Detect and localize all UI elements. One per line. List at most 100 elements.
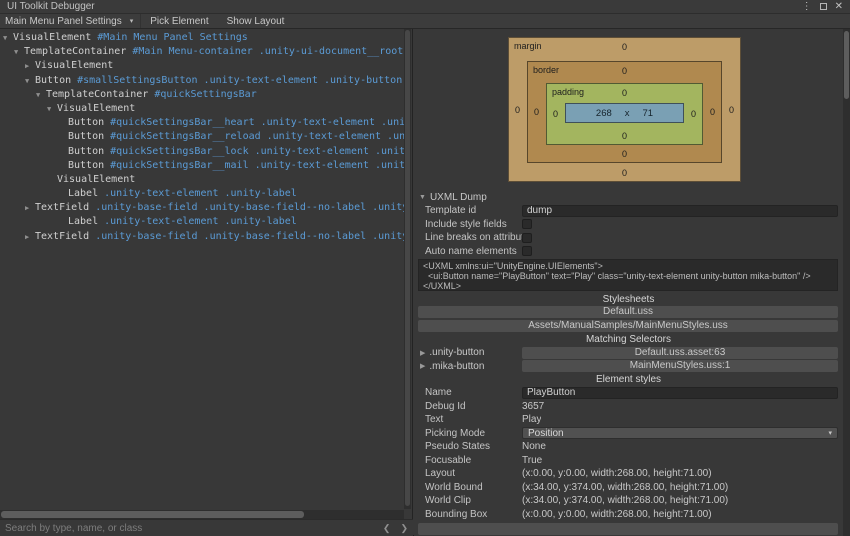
template-id-input[interactable]: dump (522, 204, 838, 217)
field-label: Auto name elements (425, 245, 517, 257)
inspector-vertical-scrollbar[interactable] (843, 29, 850, 536)
content-height-value: 71 (642, 107, 654, 119)
scrollbar-thumb[interactable] (1, 511, 304, 518)
search-input[interactable] (0, 522, 378, 534)
padding-top-value: 0 (621, 88, 627, 98)
style-label: World Clip (425, 495, 471, 507)
stylesheet-item[interactable]: Default.uss (418, 306, 838, 318)
clipped-row[interactable] (418, 523, 838, 535)
expand-arrow-icon[interactable]: ▶ (420, 349, 425, 357)
search-prev-icon[interactable]: ❮ (378, 523, 396, 534)
uxml-field-row: Line breaks on attributes (414, 231, 843, 245)
style-value: (x:34.00, y:374.00, width:268.00, height… (522, 495, 729, 507)
collapse-arrow-icon[interactable]: ▼ (36, 88, 46, 102)
window-close-icon[interactable]: ✕ (835, 1, 843, 12)
tree-row[interactable]: ▶ TextField .unity-base-field .unity-base-… (0, 201, 404, 215)
selector-source[interactable]: Default.uss.asset:63 (522, 346, 838, 359)
border-left-value: 0 (534, 107, 540, 117)
element-style-rows: Name PlayButton Debug Id 3657 Text Play Pickin… (414, 386, 843, 521)
style-value: None (522, 441, 546, 453)
tree-vertical-scrollbar[interactable] (404, 29, 411, 509)
tree-row[interactable]: Button #quickSettingsBar__mail .unity-text… (0, 159, 404, 173)
box-model-diagram: margin 0 0 0 0 border 0 0 0 0 padding 0 … (508, 37, 741, 182)
line-breaks-on-attributes-checkbox[interactable] (522, 232, 532, 243)
inspector-panel: margin 0 0 0 0 border 0 0 0 0 padding 0 … (414, 29, 843, 536)
pick-element-button[interactable]: Pick Element (141, 14, 217, 28)
expand-arrow-icon[interactable]: ▶ (25, 59, 35, 73)
search-next-icon[interactable]: ❯ (395, 523, 413, 534)
uxml-field-row: Template id dump (414, 204, 843, 218)
collapse-arrow-icon[interactable]: ▼ (14, 45, 24, 59)
window-menu-icon[interactable]: ⋮ (802, 1, 812, 12)
panel-picker-dropdown[interactable]: Main Menu Panel Settings ▾ (0, 14, 142, 28)
box-model-border-ring: border 0 0 0 0 padding 0 0 0 0 268 x 71 (527, 61, 722, 163)
auto-name-elements-checkbox[interactable] (522, 246, 532, 257)
window-controls: ⋮ ✕ (802, 1, 850, 12)
tree-row[interactable]: ▶ TextField .unity-base-field .unity-base-… (0, 230, 404, 244)
tree-row[interactable]: Button #quickSettingsBar__reload .unity-te… (0, 130, 404, 144)
field-label: Line breaks on attributes (425, 232, 522, 244)
show-layout-button[interactable]: Show Layout (218, 14, 294, 28)
tree-row[interactable]: Button #quickSettingsBar__heart .unity-tex… (0, 116, 404, 130)
picking-mode-dropdown[interactable]: Position ▾ (522, 427, 838, 440)
tree-row[interactable]: Label .unity-text-element .unity-label (0, 187, 404, 201)
tree-search-bar: ❮ ❯ (0, 519, 413, 536)
tree-row[interactable]: ▼ TemplateContainer #quickSettingsBar (0, 88, 404, 102)
content-width-value: 268 (595, 107, 612, 119)
uxml-dump-code[interactable]: <UXML xmlns:ui="UnityEngine.UIElements">… (418, 259, 838, 291)
window-titlebar: UI Toolkit Debugger ⋮ ✕ (0, 0, 850, 14)
tree-row[interactable]: VisualElement (0, 173, 404, 187)
window-maximize-icon[interactable] (819, 3, 827, 10)
stylesheet-item[interactable]: Assets/ManualSamples/MainMenuStyles.uss (418, 319, 838, 332)
tree-row[interactable]: ▼ Button #smallSettingsButton .unity-text-e… (0, 74, 404, 88)
tree-row[interactable]: ▼ TemplateContainer #Main Menu-container .u… (0, 45, 404, 59)
tree-element-type: TemplateContainer (24, 46, 127, 58)
scrollbar-thumb[interactable] (405, 30, 410, 506)
tree-horizontal-scrollbar[interactable] (0, 510, 404, 519)
foldout-expanded-icon: ▼ (419, 193, 426, 201)
style-label: Pseudo States (425, 441, 491, 453)
tree-element-type: Button (68, 159, 105, 171)
tree-element-classes: .unity-text-element .unity-label (104, 188, 297, 200)
collapse-arrow-icon[interactable]: ▼ (3, 31, 13, 45)
tree-element-type: TextField (35, 230, 90, 242)
border-top-value: 0 (621, 66, 627, 76)
collapse-arrow-icon[interactable]: ▼ (47, 102, 57, 116)
element-style-row: Debug Id 3657 (414, 400, 843, 414)
tree-row[interactable]: Button #quickSettingsBar__lock .unity-text… (0, 145, 404, 159)
expand-arrow-icon[interactable]: ▶ (420, 362, 425, 370)
box-model-padding-ring: padding 0 0 0 0 268 x 71 (546, 83, 703, 145)
tree-element-name: #quickSettingsBar__mail (110, 159, 249, 171)
tree-element-name: #smallSettingsButton (77, 74, 198, 86)
tree-row[interactable]: Label .unity-text-element .unity-label (0, 215, 404, 229)
selector-name: ▶ .unity-button (414, 347, 522, 358)
content-separator: x (624, 107, 630, 119)
margin-bottom-value: 0 (621, 168, 627, 178)
element-style-row: World Clip (x:34.00, y:374.00, width:268.… (414, 494, 843, 508)
box-model-margin-ring: margin 0 0 0 0 border 0 0 0 0 padding 0 … (508, 37, 741, 182)
border-right-value: 0 (709, 107, 715, 117)
collapse-arrow-icon[interactable]: ▼ (25, 74, 35, 88)
matching-selector-row: ▶ .mika-button MainMenuStyles.uss:1 (414, 360, 843, 374)
expand-arrow-icon[interactable]: ▶ (25, 201, 35, 215)
expand-arrow-icon[interactable]: ▶ (25, 230, 35, 244)
tree-row[interactable]: ▼ VisualElement (0, 102, 404, 116)
tree-element-name: #quickSettingsBar (154, 88, 257, 100)
selector-name: ▶ .mika-button (414, 361, 522, 372)
margin-right-value: 0 (728, 104, 734, 115)
include-style-fields-checkbox[interactable] (522, 219, 532, 230)
uxml-dump-foldout[interactable]: ▼ UXML Dump (414, 190, 843, 204)
selector-label: .unity-button (429, 347, 485, 359)
matching-selectors-header: Matching Selectors (585, 334, 672, 345)
uxml-dump-title: UXML Dump (429, 191, 487, 203)
style-value: (x:0.00, y:0.00, width:268.00, height:71… (522, 468, 712, 480)
name-input[interactable]: PlayButton (522, 386, 838, 399)
tree-element-type: Label (68, 188, 99, 200)
tree-row[interactable]: ▶ VisualElement (0, 59, 404, 73)
field-label: Include style fields (425, 218, 507, 230)
tree-row[interactable]: ▼ VisualElement #Main Menu Panel Settings (0, 31, 404, 45)
scrollbar-thumb[interactable] (844, 31, 849, 99)
selector-source[interactable]: MainMenuStyles.uss:1 (522, 360, 838, 373)
tree-element-type: TemplateContainer (46, 88, 149, 100)
tree-element-classes: .unity-base-field .unity-base-field--no-… (95, 202, 404, 214)
